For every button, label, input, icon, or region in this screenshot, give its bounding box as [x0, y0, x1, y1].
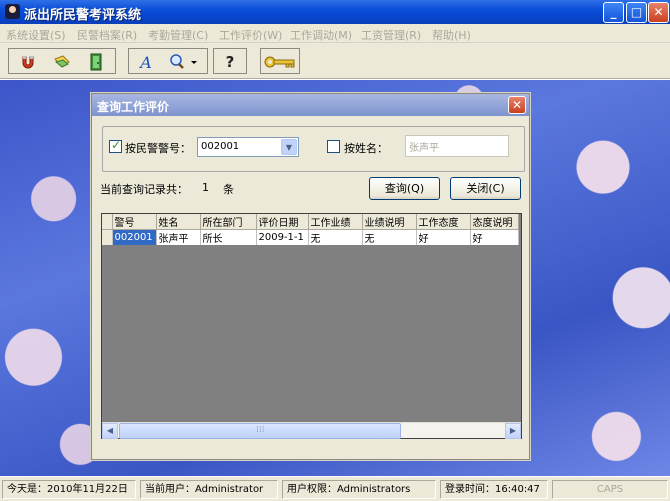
cell-eval-date[interactable]: 2009-1-1	[256, 229, 309, 245]
filter-group: 按民警警号： 002001 ▼ 按姓名： 张声平	[102, 126, 525, 172]
status-bar: 今天是：2010年11月22日 当前用户：Administrator 用户权限：…	[0, 476, 670, 501]
window-title: 派出所民警考评系统	[24, 8, 142, 23]
cell-department[interactable]: 所长	[200, 229, 257, 245]
window-titlebar: 派出所民警考评系统 _ □ ✕	[0, 0, 670, 24]
status-caps: CAPS	[552, 480, 668, 499]
toolbar-group-3: ?	[213, 48, 247, 74]
toolbar-group-2: A	[128, 48, 208, 74]
menu-attendance[interactable]: 考勤管理(C)	[148, 27, 208, 43]
app-icon	[5, 4, 20, 19]
cell-performance-note[interactable]: 无	[362, 229, 417, 245]
door-exit-icon[interactable]	[83, 51, 109, 73]
toolbar: A ?	[0, 43, 670, 79]
evaluation-grid[interactable]: 警号 姓名 所在部门 评价日期 工作业绩 业绩说明 工作态度 态度说明 0020…	[101, 213, 522, 439]
key-icon[interactable]	[264, 51, 296, 73]
record-count-value: 1	[202, 181, 209, 194]
toolbar-group-4	[260, 48, 300, 74]
menu-bar: 系统设置(S) 民警档案(R) 考勤管理(C) 工作评价(W) 工作调动(M) …	[0, 24, 670, 43]
close-dialog-button[interactable]: 关闭(C)	[450, 177, 521, 200]
horizontal-scrollbar[interactable]: ◀ ▶	[102, 422, 521, 439]
by-police-id-checkbox[interactable]	[109, 138, 122, 153]
menu-police-files[interactable]: 民警档案(R)	[77, 27, 137, 43]
dialog-close-button[interactable]: ✕	[508, 96, 526, 114]
help-icon[interactable]: ?	[217, 51, 243, 73]
col-header-performance-note[interactable]: 业绩说明	[362, 214, 417, 230]
cell-attitude-note[interactable]: 好	[470, 229, 519, 245]
dialog-title: 查询工作评价	[97, 100, 170, 114]
maximize-button[interactable]: □	[626, 2, 647, 23]
menu-help[interactable]: 帮助(H)	[432, 27, 471, 43]
by-name-label: 按姓名：	[344, 142, 388, 155]
menu-system-settings[interactable]: 系统设置(S)	[6, 27, 66, 43]
col-header-name[interactable]: 姓名	[156, 214, 201, 230]
col-header-department[interactable]: 所在部门	[200, 214, 257, 230]
minimize-button[interactable]: _	[603, 2, 624, 23]
cell-attitude[interactable]: 好	[416, 229, 471, 245]
scroll-thumb[interactable]	[119, 423, 401, 439]
scroll-right-icon[interactable]: ▶	[505, 423, 521, 439]
by-police-id-label: 按民警警号：	[125, 142, 191, 155]
menu-work-transfer[interactable]: 工作调动(M)	[290, 27, 352, 43]
dialog-titlebar: 查询工作评价 ✕	[92, 94, 529, 116]
col-header-police-id[interactable]: 警号	[112, 214, 157, 230]
cell-police-id[interactable]: 002001	[112, 229, 157, 245]
chevron-down-icon[interactable]: ▼	[281, 139, 297, 155]
magnet-icon[interactable]	[15, 51, 41, 73]
search-icon[interactable]	[165, 51, 203, 73]
font-icon[interactable]: A	[133, 51, 159, 73]
cell-name[interactable]: 张声平	[156, 229, 201, 245]
cell-performance[interactable]: 无	[308, 229, 363, 245]
status-today: 今天是：2010年11月22日	[2, 480, 136, 499]
record-count-label: 当前查询记录共：	[100, 183, 188, 196]
row-indicator	[102, 229, 113, 245]
col-header-eval-date[interactable]: 评价日期	[256, 214, 309, 230]
table-row[interactable]: 002001 张声平 所长 2009-1-1 无 无 好 好	[102, 229, 519, 245]
folder-icon[interactable]	[49, 51, 75, 73]
name-input-value: 张声平	[409, 143, 439, 154]
status-permission: 用户权限：Administrators	[282, 480, 436, 499]
col-header-attitude-note[interactable]: 态度说明	[470, 214, 519, 230]
col-header-performance[interactable]: 工作业绩	[308, 214, 363, 230]
status-login-time: 登录时间：16:40:47	[440, 480, 548, 499]
query-evaluation-dialog: 查询工作评价 ✕ 按民警警号： 002001 ▼ 按姓名： 张声平 当前查询记录…	[91, 93, 530, 460]
row-indicator-header	[102, 214, 113, 230]
by-name-checkbox[interactable]	[327, 140, 340, 153]
record-count-unit: 条	[223, 183, 234, 196]
evaluation-table: 警号 姓名 所在部门 评价日期 工作业绩 业绩说明 工作态度 态度说明 0020…	[102, 214, 519, 245]
scroll-left-icon[interactable]: ◀	[102, 423, 118, 439]
police-id-combobox[interactable]: 002001 ▼	[197, 137, 299, 157]
close-window-button[interactable]: ✕	[648, 2, 669, 23]
status-current-user: 当前用户：Administrator	[140, 480, 278, 499]
menu-salary[interactable]: 工资管理(R)	[361, 27, 421, 43]
toolbar-group-1	[8, 48, 116, 74]
menu-work-evaluation[interactable]: 工作评价(W)	[219, 27, 282, 43]
query-button[interactable]: 查询(Q)	[369, 177, 440, 200]
name-input[interactable]: 张声平	[405, 135, 509, 157]
police-id-value: 002001	[201, 141, 240, 152]
col-header-attitude[interactable]: 工作态度	[416, 214, 471, 230]
table-header-row: 警号 姓名 所在部门 评价日期 工作业绩 业绩说明 工作态度 态度说明	[102, 214, 519, 230]
